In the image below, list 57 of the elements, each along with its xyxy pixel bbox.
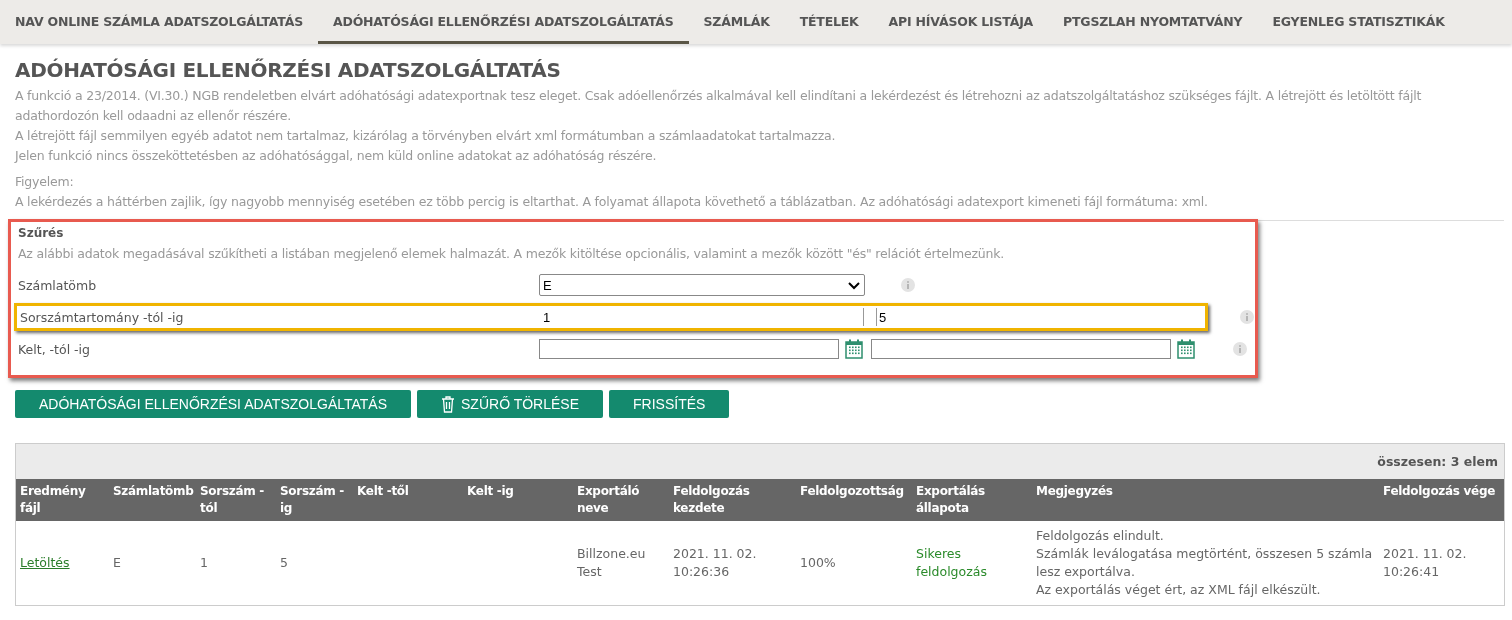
- column-header[interactable]: Sorszám -tól: [196, 479, 276, 521]
- nav-tab[interactable]: SZÁMLÁK: [688, 0, 785, 44]
- column-header[interactable]: Megjegyzés: [1032, 479, 1379, 521]
- column-header[interactable]: Feldolgozás kezdete: [669, 479, 796, 521]
- filter-title: Szűrés: [18, 226, 65, 240]
- nav-tab[interactable]: API HÍVÁSOK LISTÁJA: [873, 0, 1049, 44]
- field-label: Számlatömb: [17, 277, 98, 293]
- status-text: Sikeres feldolgozás: [916, 545, 988, 581]
- date-field[interactable]: [539, 339, 839, 359]
- column-header[interactable]: Kelt -től: [353, 479, 463, 521]
- warning-title: Figyelem:: [15, 173, 75, 191]
- description-text: A funkció a 23/2014. (VI.30.) NGB rendeletben elvárt adóhatósági adatexportnak tesz eleget. Csak adóellenőrzés alkalmával kell elindítani a lekérdezést és létrehozni az adatszolgáltatáshoz szükséges fájlt. A létrejött és letöltött fájlt adathordozón kell odaadni az ellenőr részére.: [15, 87, 1423, 125]
- item-count: összesen: 3 elem: [1377, 454, 1498, 469]
- table-cell-text: 5: [280, 554, 289, 572]
- field-label: Sorszámtartomány -tól -ig: [19, 309, 185, 325]
- note-line: Számlák leválogatása megtörtént, összesen 5 számla lesz exportálva.: [1036, 545, 1374, 581]
- nav-tab[interactable]: PTGSZLAH NYOMTATVÁNY: [1048, 0, 1258, 44]
- nav-tab[interactable]: ADÓHATÓSÁGI ELLENŐRZÉSI ADATSZOLGÁLTATÁS: [318, 0, 689, 44]
- page-title: ADÓHATÓSÁGI ELLENŐRZÉSI ADATSZOLGÁLTATÁS: [15, 58, 562, 82]
- info-icon: [1233, 342, 1247, 356]
- table-cell-text: E: [113, 554, 122, 572]
- action-button[interactable]: ADÓHATÓSÁGI ELLENŐRZÉSI ADATSZOLGÁLTATÁS: [15, 390, 411, 418]
- note-line: Az exportálás véget ért, az XML fájl elkészült.: [1036, 581, 1322, 599]
- nav-tab[interactable]: EGYENLEG STATISZTIKÁK: [1257, 0, 1460, 44]
- table-cell-text: 2021. 11. 02. 10:26:36: [673, 545, 758, 581]
- download-link[interactable]: Letöltés: [20, 554, 105, 572]
- table-cell-text: 1: [200, 554, 209, 572]
- table-cell-text: Billzone.eu Test: [577, 545, 647, 581]
- column-header[interactable]: Feldolgozás vége: [1379, 479, 1504, 521]
- column-header[interactable]: Feldolgozottság: [796, 479, 912, 521]
- calendar-icon: [845, 339, 863, 359]
- date-field[interactable]: [871, 339, 1171, 359]
- column-header[interactable]: Exportálás állapota: [912, 479, 1032, 521]
- note-line: Feldolgozás elindult.: [1036, 527, 1165, 545]
- table-cell-text: 2021. 11. 02. 10:26:41: [1383, 545, 1468, 581]
- description-text: Jelen funkció nincs összeköttetésben az adóhatósággal, nem küld online adatokat az adóhatóság részére.: [15, 147, 658, 165]
- filter-hint: Az alábbi adatok megadásával szűkítheti a listában megjelenő elemek halmazát. A mezők kitöltése opcionális, valamint a mezők között "és" relációt értelmezünk.: [18, 246, 1006, 261]
- nav-tab[interactable]: NAV ONLINE SZÁMLA ADATSZOLGÁLTATÁS: [0, 0, 318, 44]
- info-icon: [901, 278, 915, 292]
- column-header[interactable]: Eredmény fájl: [16, 479, 109, 521]
- nav-tab[interactable]: TÉTELEK: [784, 0, 874, 44]
- clear-filter-button[interactable]: SZŰRŐ TÖRLÉSE: [417, 390, 603, 418]
- trash-icon: [441, 395, 455, 413]
- info-icon: [1240, 310, 1254, 324]
- action-button[interactable]: FRISSÍTÉS: [609, 390, 730, 418]
- table-cell-text: 100%: [800, 554, 837, 572]
- dropdown[interactable]: E: [539, 274, 865, 296]
- column-header[interactable]: Sorszám -ig: [276, 479, 353, 521]
- field-label: Kelt, -tól -ig: [17, 341, 91, 357]
- column-header[interactable]: Számlatömb: [109, 479, 196, 521]
- calendar-icon: [1177, 339, 1195, 359]
- warning-text: A lekérdezés a háttérben zajlik, így nagyobb mennyiség esetében ez több percig is eltarthat. A folyamat állapota követhető a táblázatban. Az adóhatósági adatexport kimeneti fájl formátuma: xml.: [15, 193, 1209, 211]
- input-field[interactable]: 1: [541, 308, 864, 326]
- description-text: A létrejött fájl semmilyen egyéb adatot nem tartalmaz, kizárólag a törvényben elvárt xml formátumban a számlaadatokat tartalmazza.: [15, 127, 837, 145]
- caret-icon: [847, 279, 861, 291]
- column-header[interactable]: Exportáló neve: [573, 479, 669, 521]
- column-header[interactable]: Kelt -ig: [463, 479, 573, 521]
